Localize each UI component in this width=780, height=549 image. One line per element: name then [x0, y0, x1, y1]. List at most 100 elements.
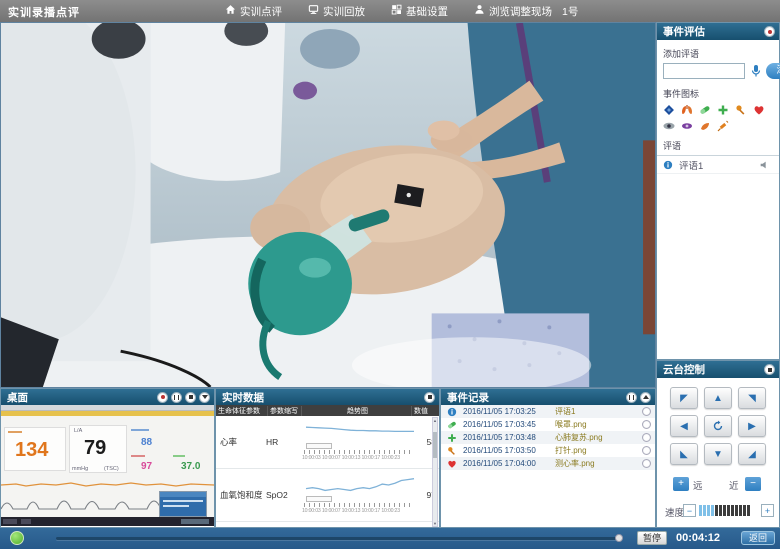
zoom-in-button[interactable]: +: [673, 477, 689, 491]
monitor-spo2-value: 88: [141, 437, 152, 448]
realtime-settings-button[interactable]: [424, 392, 435, 403]
ptz-panel: 云台控制 ◤▲◥◀▶◣▼◢ + 远 近 − 速度 : − +: [656, 360, 780, 528]
chart-range-box[interactable]: [306, 496, 332, 502]
save-button[interactable]: [199, 392, 210, 403]
event-log-row[interactable]: 2016/11/05 17:03:45喉罩.png: [441, 418, 655, 431]
ptz-right-button[interactable]: ▶: [738, 415, 766, 437]
ptz-up-right-button[interactable]: ◥: [738, 387, 766, 409]
event-log-rows: 2016/11/05 17:03:25评语12016/11/05 17:03:4…: [441, 405, 655, 470]
info-icon: [663, 160, 673, 170]
tab-label: 实训回放: [323, 4, 365, 19]
event-action-button[interactable]: [642, 420, 651, 429]
eval-settings-button[interactable]: [764, 26, 775, 37]
realtime-scrollbar[interactable]: ▲▼: [432, 417, 438, 527]
ptz-left-button[interactable]: ◀: [670, 415, 698, 437]
event-log-row[interactable]: 2016/11/05 17:04:00测心率.png: [441, 457, 655, 470]
event-action-button[interactable]: [642, 446, 651, 455]
event-log-title: 事件记录: [447, 390, 489, 405]
ptz-up-button[interactable]: ▲: [704, 387, 732, 409]
event-icon-cross-icon[interactable]: [717, 104, 729, 116]
event-time: 2016/11/05 17:03:25: [463, 407, 555, 416]
chart-x-labels: 10:00:03 10:00:07 10:00:13 10:00:17 10:0…: [302, 508, 416, 514]
desktop-title: 桌面: [7, 390, 28, 405]
speed-label: 速度: [665, 505, 684, 519]
microphone-icon[interactable]: [750, 64, 762, 78]
ptz-down-right-button[interactable]: ◢: [738, 443, 766, 465]
event-icon-key-icon[interactable]: [735, 104, 747, 116]
event-icon-diamond-icon[interactable]: [663, 104, 675, 116]
speed-plus-button[interactable]: +: [761, 504, 774, 517]
tab-label: 实训点评: [240, 4, 282, 19]
comments-list: 评语1: [657, 156, 779, 174]
tab-label: 基础设置: [406, 4, 448, 19]
event-eval-title: 事件评估: [663, 24, 705, 39]
event-action-button[interactable]: [642, 407, 651, 416]
realtime-panel: 实时数据 生命体征参数 参数缩写 趋势图 数值 心率HR10:00:03 10:…: [215, 388, 440, 528]
event-icon-capsule-icon[interactable]: [699, 104, 711, 116]
tab-settings[interactable]: 基础设置: [391, 4, 448, 19]
seek-thumb[interactable]: [615, 534, 623, 542]
ptz-settings-button[interactable]: [764, 364, 775, 375]
ptz-rotate-button[interactable]: [704, 415, 732, 437]
snapshot-button[interactable]: [185, 392, 196, 403]
speed-minus-button[interactable]: −: [683, 504, 696, 517]
event-log-row[interactable]: 2016/11/05 17:03:50打针.png: [441, 444, 655, 457]
trend-chart: 10:00:03 10:00:07 10:00:13 10:00:17 10:0…: [300, 416, 418, 468]
pause-capture-button[interactable]: [171, 392, 182, 403]
ptz-down-left-button[interactable]: ◣: [670, 443, 698, 465]
monitor-nibp-label: L/A: [74, 428, 82, 434]
comment-row[interactable]: 评语1: [657, 156, 779, 174]
comments-label: 评语: [663, 139, 779, 152]
chart-range-box[interactable]: [306, 443, 332, 449]
realtime-table-header: 生命体征参数 参数缩写 趋势图 数值: [216, 405, 439, 416]
zoom-out-button[interactable]: −: [745, 477, 761, 491]
ptz-up-left-button[interactable]: ◤: [670, 387, 698, 409]
pause-button[interactable]: 暂停: [637, 531, 667, 545]
event-log-header: 事件记录: [441, 389, 655, 405]
speed-segment: [727, 505, 730, 516]
cpr-scene: [1, 23, 655, 387]
add-comment-button[interactable]: 添加: [766, 63, 780, 79]
event-icon-lungs-icon[interactable]: [681, 104, 693, 116]
station-label: 1号: [562, 4, 578, 19]
speed-segment: [747, 505, 750, 516]
recording-indicator: [10, 531, 24, 545]
seek-slider[interactable]: [56, 537, 618, 540]
event-action-button[interactable]: [642, 459, 651, 468]
realtime-rows: 心率HR10:00:03 10:00:07 10:00:13 10:00:17 …: [216, 416, 439, 522]
monitor-pr-value: 97: [141, 461, 152, 472]
event-action-button[interactable]: [642, 433, 651, 442]
event-log-row[interactable]: 2016/11/05 17:03:25评语1: [441, 405, 655, 418]
tab-review[interactable]: 实训点评: [225, 4, 282, 19]
ptz-header: 云台控制: [657, 361, 779, 378]
far-label: 远: [693, 478, 703, 492]
speed-segment: [719, 505, 722, 516]
event-name: 喉罩.png: [555, 419, 642, 430]
event-icon-eye-icon[interactable]: [663, 120, 675, 132]
add-comment-label: 添加评语: [663, 47, 779, 60]
event-icon-arm-icon[interactable]: [699, 120, 711, 132]
realtime-row: 心率HR10:00:03 10:00:07 10:00:13 10:00:17 …: [216, 416, 439, 469]
tab-playback[interactable]: 实训回放: [308, 4, 365, 19]
event-log-row[interactable]: 2016/11/05 17:03:48心肺复苏.png: [441, 431, 655, 444]
end-button[interactable]: 返回: [741, 531, 775, 545]
speed-segment: [739, 505, 742, 516]
event-icon-eyemask-icon[interactable]: [681, 120, 693, 132]
person-icon: [474, 4, 485, 18]
record-button[interactable]: [157, 392, 168, 403]
play-audio-icon[interactable]: [759, 160, 769, 170]
mini-taskbar: [1, 517, 214, 526]
event-icon-syringe-icon[interactable]: [717, 120, 729, 132]
monitor-icon: [308, 4, 319, 18]
log-export-button[interactable]: [640, 392, 651, 403]
log-pause-button[interactable]: [626, 392, 637, 403]
speed-segment: [703, 505, 706, 516]
event-time: 2016/11/05 17:04:00: [463, 459, 555, 468]
ptz-down-button[interactable]: ▼: [704, 443, 732, 465]
near-label: 近: [729, 478, 739, 492]
comment-input[interactable]: [663, 63, 745, 79]
event-name: 评语1: [555, 406, 642, 417]
event-icon-heart-icon[interactable]: [753, 104, 765, 116]
tab-live[interactable]: 浏览调整现场: [474, 4, 552, 19]
desktop-capture: 134 L/A 79 mmHg (TSC) 88 97 37.0: [1, 405, 214, 526]
